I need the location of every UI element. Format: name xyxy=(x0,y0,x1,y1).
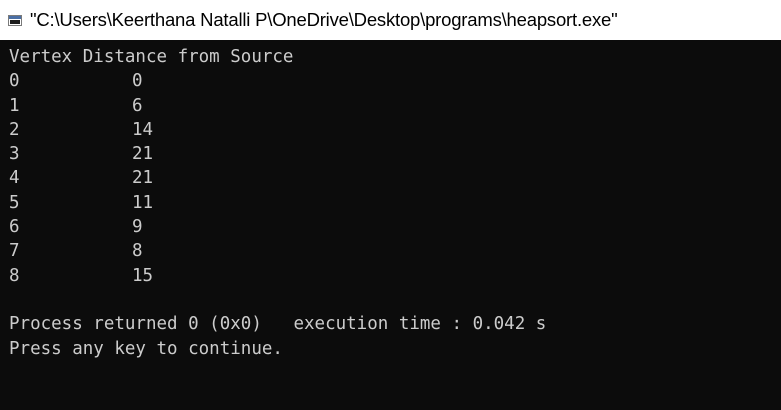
table-row: 4 21 xyxy=(9,166,781,190)
distance-cell: 6 xyxy=(132,95,143,116)
table-row: 3 21 xyxy=(9,142,781,166)
console-output[interactable]: Vertex Distance from Source 0 0 1 6 2 14… xyxy=(0,40,781,410)
table-row: 0 0 xyxy=(9,69,781,93)
vertex-cell: 1 xyxy=(9,95,20,116)
distance-cell: 14 xyxy=(132,119,154,140)
vertex-cell: 6 xyxy=(9,217,20,238)
vertex-cell: 2 xyxy=(9,119,20,140)
distance-cell: 15 xyxy=(132,265,154,286)
window-title: "C:\Users\Keerthana Natalli P\OneDrive\D… xyxy=(30,9,618,30)
table-row: 8 15 xyxy=(9,264,781,288)
distance-cell: 8 xyxy=(132,241,143,262)
distance-cell: 21 xyxy=(132,144,154,165)
distance-cell: 21 xyxy=(132,168,154,189)
vertex-cell: 8 xyxy=(9,265,20,286)
table-row: 7 8 xyxy=(9,239,781,263)
vertex-cell: 5 xyxy=(9,192,20,213)
title-bar[interactable]: "C:\Users\Keerthana Natalli P\OneDrive\D… xyxy=(0,0,781,40)
table-header: Vertex Distance from Source xyxy=(9,47,294,67)
continue-prompt: Press any key to continue. xyxy=(9,338,283,359)
table-row: 1 6 xyxy=(9,94,781,118)
process-status-line: Process returned 0 (0x0) execution time … xyxy=(9,314,547,335)
console-window: "C:\Users\Keerthana Natalli P\OneDrive\D… xyxy=(0,0,781,410)
vertex-cell: 7 xyxy=(9,241,20,262)
console-icon[interactable] xyxy=(8,14,22,26)
vertex-cell: 3 xyxy=(9,144,20,165)
vertex-cell: 0 xyxy=(9,71,20,92)
table-row: 6 9 xyxy=(9,215,781,239)
distance-cell: 0 xyxy=(132,71,143,92)
distance-cell: 9 xyxy=(132,217,143,238)
distance-cell: 11 xyxy=(132,192,154,213)
table-row: 2 14 xyxy=(9,118,781,142)
vertex-cell: 4 xyxy=(9,168,20,189)
table-row: 5 11 xyxy=(9,191,781,215)
